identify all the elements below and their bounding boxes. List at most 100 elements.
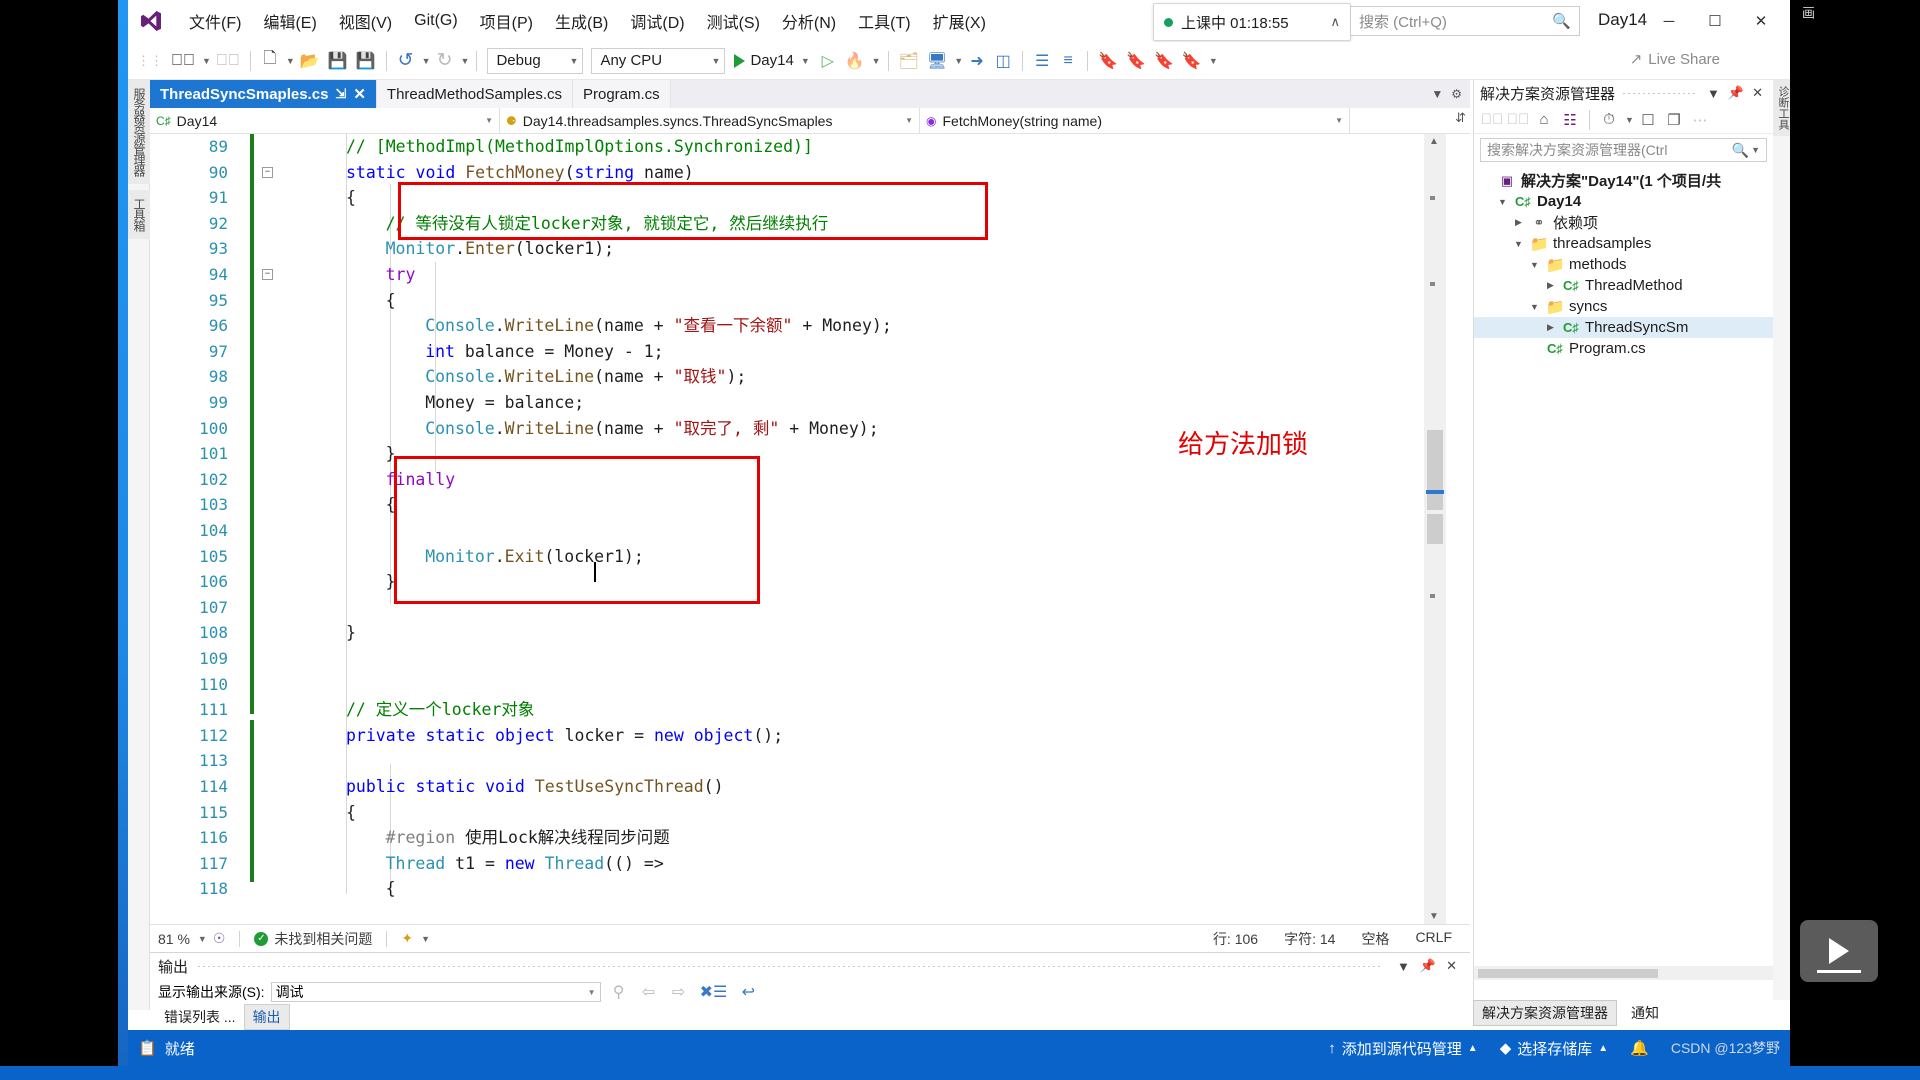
home-icon[interactable]: ⌂: [1532, 109, 1556, 131]
chevron-right-icon[interactable]: ▶: [1544, 322, 1557, 333]
code-line[interactable]: 103{: [150, 492, 1448, 518]
menu-git[interactable]: Git(G): [403, 8, 469, 34]
collapse-all-icon[interactable]: ☐: [1636, 109, 1660, 131]
code-line[interactable]: 114 public static void TestUseSyncThread(…: [150, 774, 1448, 800]
chevron-right-icon[interactable]: ▶: [1544, 280, 1557, 291]
menu-file[interactable]: 文件(F): [178, 5, 252, 37]
pending-changes-icon[interactable]: ⏱: [1597, 109, 1621, 131]
solution-tree-item[interactable]: ▶ C♯ ThreadSyncSm: [1474, 317, 1773, 338]
solution-platform-combo[interactable]: Any CPU ▼: [591, 47, 726, 74]
new-project-chevron-icon[interactable]: ▼: [286, 56, 295, 66]
code-line[interactable]: 111 // 定义一个locker对象: [150, 697, 1448, 723]
live-session-badge[interactable]: 上课中 01:18:55 ∧: [1153, 3, 1351, 41]
dock-tab-server-explorer[interactable]: 服务器资源管理器: [128, 80, 151, 184]
toggle-layout-icon[interactable]: ◫: [991, 47, 1015, 75]
scrollbar-thumb[interactable]: [1427, 430, 1443, 510]
tab-settings-gear-icon[interactable]: ⚙: [1451, 87, 1462, 101]
code-line[interactable]: 98 Console.WriteLine(name + "取钱");: [150, 364, 1448, 390]
menu-debug[interactable]: 调试(D): [619, 5, 695, 37]
toggle-bookmark-icon[interactable]: 🔖: [1095, 47, 1121, 75]
menu-project[interactable]: 项目(P): [469, 5, 544, 37]
solution-explorer-hscroll-thumb[interactable]: [1478, 969, 1658, 978]
chevron-down-icon-3[interactable]: ▼: [485, 116, 493, 125]
zoom-level[interactable]: 81 %: [158, 931, 190, 947]
live-preview-chevron-icon[interactable]: ▼: [954, 56, 963, 66]
solution-tree-item[interactable]: ▼ C♯ Day14: [1474, 191, 1773, 212]
next-bookmark-icon[interactable]: 🔖: [1151, 47, 1177, 75]
tab-threadmethodsamples[interactable]: ThreadMethodSamples.cs: [376, 80, 573, 108]
navigate-forward-icon[interactable]: ▶⃞: [213, 47, 243, 75]
menu-test[interactable]: 测试(S): [696, 5, 771, 37]
solution-explorer-hscrollbar[interactable]: [1474, 966, 1774, 980]
tab-threadsyncsmaples[interactable]: ThreadSyncSmaples.cs ⇲ ✕: [150, 80, 377, 108]
chevron-down-icon[interactable]: ▼: [1512, 239, 1525, 249]
close-icon-output[interactable]: ✕: [1441, 958, 1462, 974]
start-debug-chevron-icon[interactable]: ▼: [801, 56, 810, 66]
menu-tools[interactable]: 工具(T): [847, 5, 921, 37]
code-line[interactable]: 96 Console.WriteLine(name + "查看一下余额" + Mo…: [150, 313, 1448, 339]
code-line[interactable]: 113: [150, 748, 1448, 774]
chevron-down-icon[interactable]: ▼: [1496, 197, 1509, 207]
chevron-up-icon[interactable]: ∧: [1330, 14, 1340, 30]
notifications-bell-icon[interactable]: 🔔: [1630, 1039, 1649, 1057]
solution-configuration-combo[interactable]: Debug ▼: [487, 47, 584, 74]
solution-explorer-menu-chevron-icon[interactable]: ▼: [1703, 86, 1724, 101]
code-line[interactable]: 99 Money = balance;: [150, 390, 1448, 416]
increase-indent-icon[interactable]: ☰: [1030, 47, 1054, 75]
code-line[interactable]: 89 // [MethodImpl(MethodImplOptions.Synch…: [150, 134, 1448, 160]
search-solution-icon[interactable]: 🗂: [896, 47, 922, 75]
tab-output[interactable]: 输出: [243, 1004, 290, 1030]
maximize-button[interactable]: ☐: [1692, 4, 1738, 38]
tab-list-chevron-icon[interactable]: ▼: [1431, 87, 1443, 101]
comment-selection-icon[interactable]: ≡: [1056, 47, 1080, 75]
issue-nav-icon[interactable]: ☉: [213, 930, 226, 947]
scrollbar-thumb-2[interactable]: [1427, 514, 1443, 544]
chevron-down-icon[interactable]: ▼: [1528, 302, 1541, 312]
code-line[interactable]: 93 Monitor.Enter(locker1);: [150, 236, 1448, 262]
pin-icon-solution-explorer[interactable]: 📌: [1724, 85, 1748, 101]
code-line[interactable]: 112 private static object locker = new ob…: [150, 723, 1448, 749]
solution-tree-item[interactable]: ▼ 📁 syncs: [1474, 296, 1773, 317]
chevron-down-icon-4[interactable]: ▼: [905, 116, 913, 125]
menu-view[interactable]: 视图(V): [328, 5, 403, 37]
minimize-button[interactable]: ─: [1646, 4, 1692, 38]
code-editor[interactable]: 89 // [MethodImpl(MethodImplOptions.Synch…: [150, 134, 1448, 924]
chevron-up-icon-3[interactable]: ▲: [1598, 1043, 1608, 1054]
redo-icon[interactable]: ↻: [433, 47, 457, 75]
bottom-tab-notifications[interactable]: 通知: [1623, 1001, 1667, 1025]
search-icon[interactable]: 🔍: [1552, 12, 1571, 30]
code-line[interactable]: 118 {: [150, 876, 1448, 902]
code-lines-container[interactable]: 89 // [MethodImpl(MethodImplOptions.Synch…: [150, 134, 1448, 924]
collapse-toggle-icon[interactable]: −: [262, 269, 273, 280]
chevron-down-icon-5[interactable]: ▼: [1335, 116, 1343, 125]
code-line[interactable]: 97 int balance = Money - 1;: [150, 339, 1448, 365]
bookmarks-chevron-icon[interactable]: ▼: [1209, 56, 1218, 66]
add-to-source-control-button[interactable]: ↑ 添加到源代码管理 ▲: [1328, 1038, 1477, 1059]
live-preview-icon[interactable]: 🖥: [924, 47, 950, 75]
output-clear-all-icon[interactable]: ✖☰: [697, 978, 731, 1006]
scroll-up-icon[interactable]: ▲: [1429, 136, 1439, 147]
zoom-chevron-icon[interactable]: ▼: [198, 934, 207, 944]
nav-type-combo[interactable]: ⚈ Day14.threadsamples.syncs.ThreadSyncSm…: [500, 108, 920, 133]
select-repository-button[interactable]: ◆ 选择存储库 ▲: [1500, 1038, 1608, 1059]
code-line[interactable]: 108}: [150, 620, 1448, 646]
solution-tree-item[interactable]: ▶ ⚭ 依赖项: [1474, 212, 1773, 233]
solution-explorer-tree[interactable]: ▣ 解决方案"Day14"(1 个项目/共 ▼ C♯ Day14 ▶ ⚭ 依赖项 ▼ 📁 threa…: [1474, 166, 1773, 359]
video-player-overlay-button[interactable]: [1800, 920, 1878, 982]
chevron-down-icon[interactable]: ▼: [1528, 260, 1541, 270]
save-icon[interactable]: 💾: [325, 47, 351, 75]
undo-icon[interactable]: ↺: [394, 47, 418, 75]
search-options-chevron-icon[interactable]: ▼: [1751, 145, 1760, 155]
undo-chevron-icon[interactable]: ▼: [422, 56, 431, 66]
switch-views-icon[interactable]: ☷: [1558, 109, 1582, 131]
intellicode-chevron-icon[interactable]: ▼: [421, 934, 430, 944]
code-line[interactable]: 105 Monitor.Exit(locker1);: [150, 544, 1448, 570]
hot-reload-icon[interactable]: 🔥: [842, 47, 868, 75]
scroll-down-icon[interactable]: ▼: [1429, 911, 1439, 922]
search-icon-solution-explorer[interactable]: 🔍: [1732, 142, 1749, 159]
redo-chevron-icon[interactable]: ▼: [461, 56, 470, 66]
tab-program[interactable]: Program.cs: [573, 80, 671, 108]
solution-tree-item[interactable]: C♯ Program.cs: [1474, 338, 1773, 359]
menu-extensions[interactable]: 扩展(X): [922, 5, 997, 37]
split-view-icon[interactable]: ⇵: [1455, 110, 1466, 126]
